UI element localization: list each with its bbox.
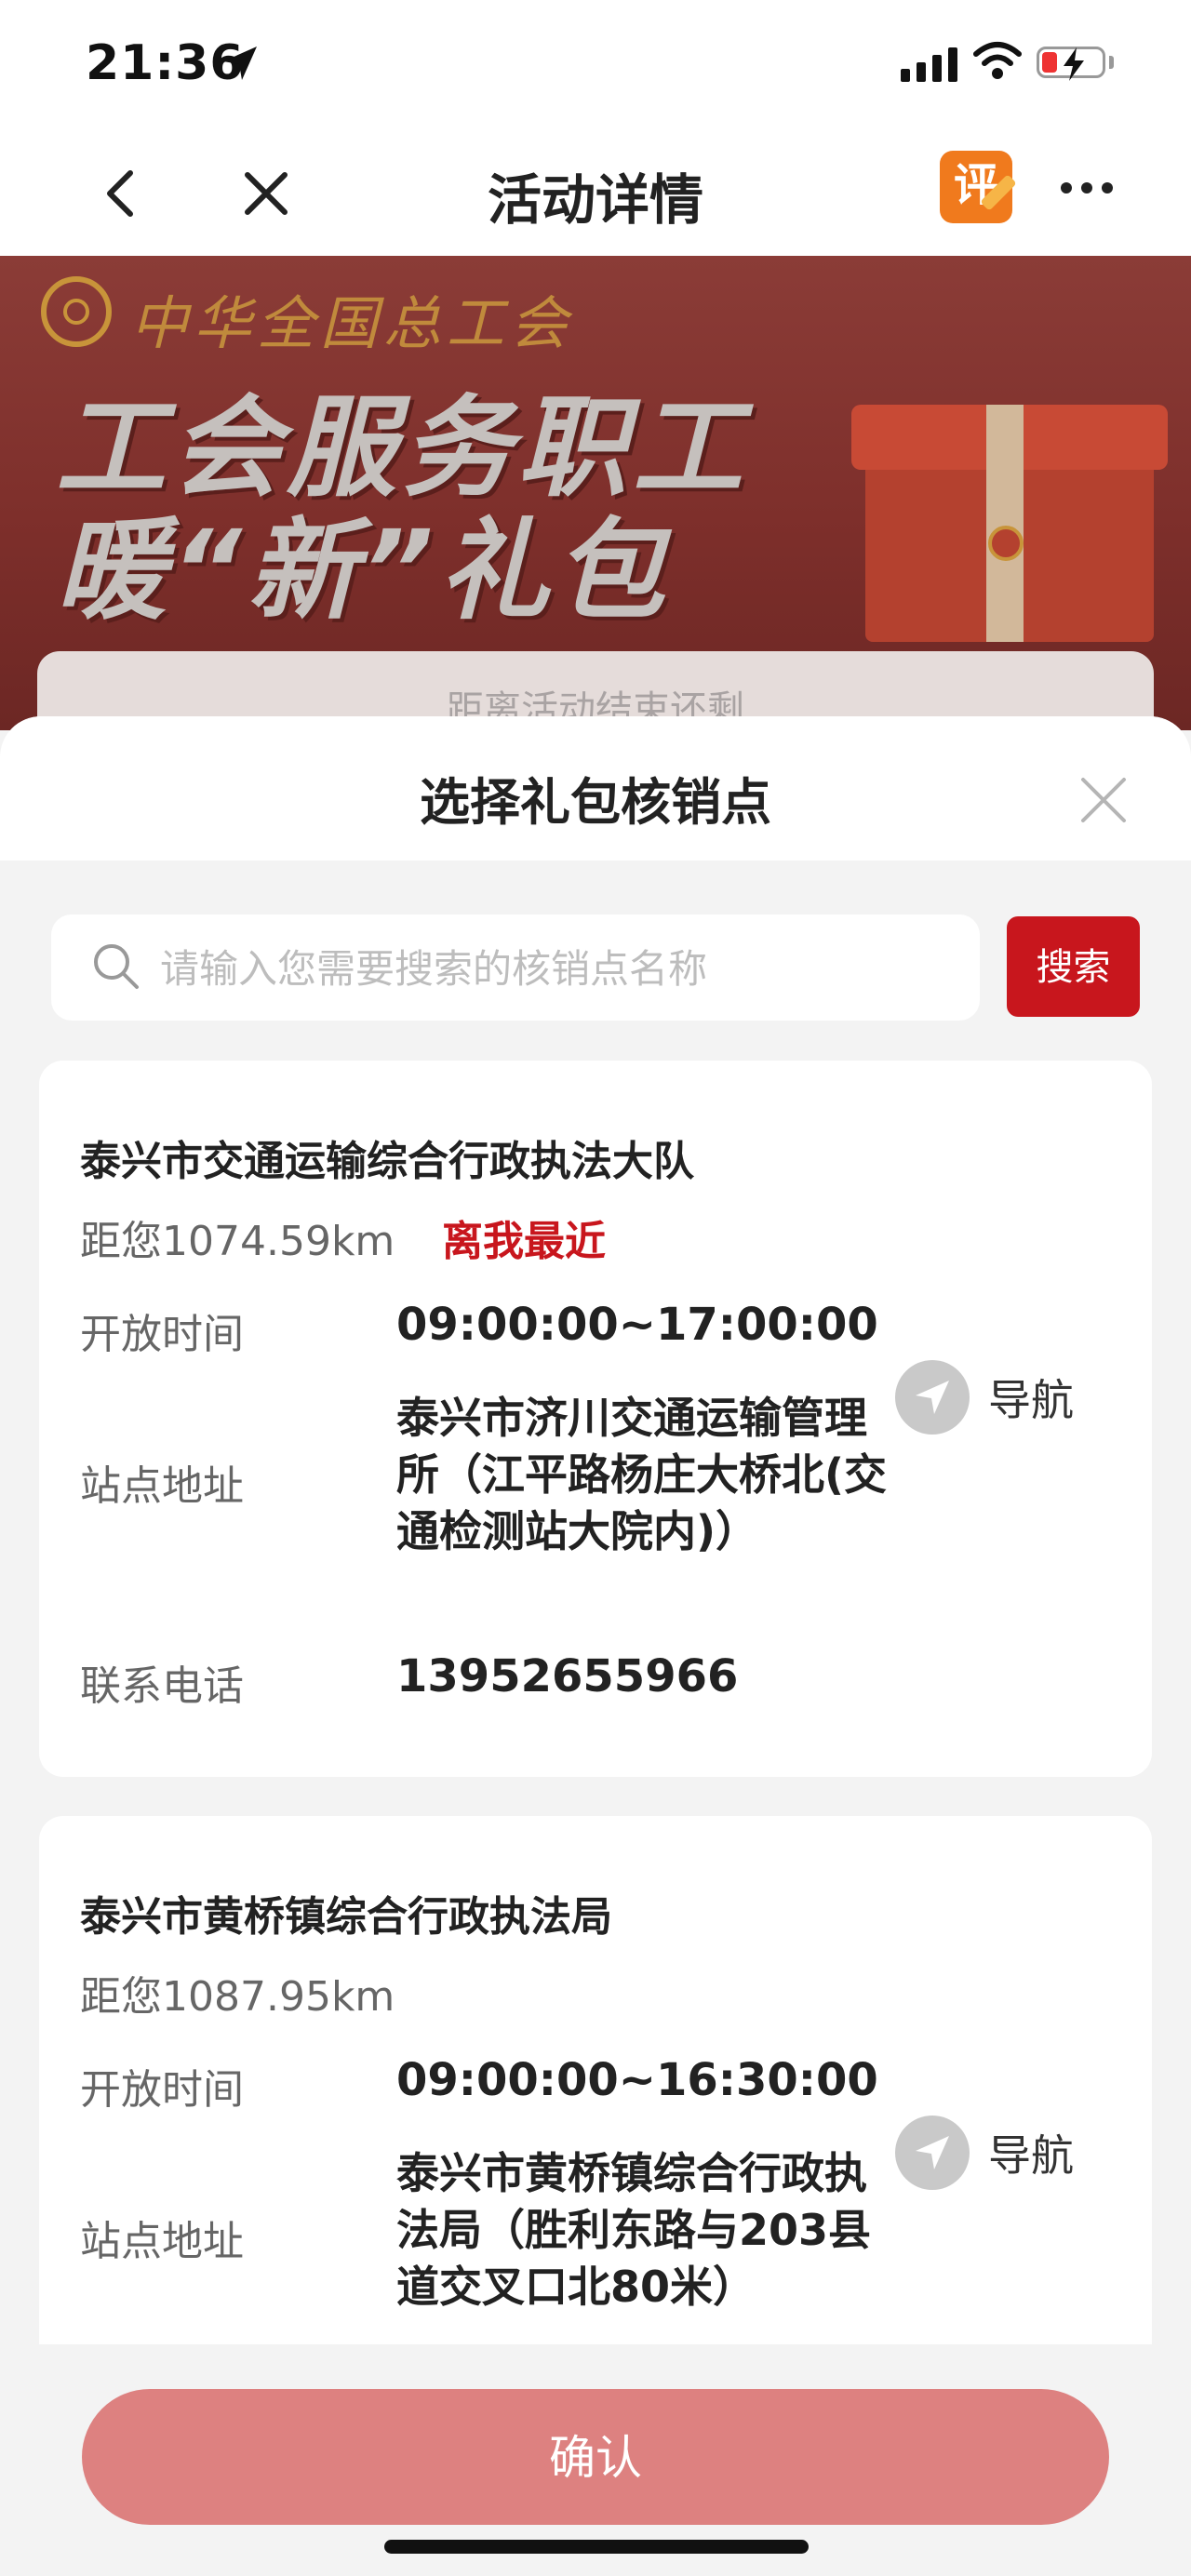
sheet-close-icon[interactable]: [1077, 774, 1130, 826]
nav-bar: 活动详情 评: [0, 130, 1191, 256]
banner-headline-line2: 暖“新”礼包: [56, 506, 670, 634]
search-icon: [94, 944, 139, 989]
activity-banner: 中华全国总工会 工会服务职工 暖“新”礼包 距离活动结束还剩: [0, 256, 1191, 730]
phone-value[interactable]: 13952655966: [396, 1650, 738, 1702]
navigate-icon: [895, 1360, 970, 1435]
navigate-label: 导航: [988, 2130, 1074, 2181]
address-value: 泰兴市黄桥镇综合行政执法局（胜利东路与203县道交叉口北80米）: [396, 2148, 872, 2312]
sheet-title: 选择礼包核销点: [420, 773, 771, 832]
home-indicator: [384, 2540, 809, 2554]
banner-headline: 工会服务职工 暖“新”礼包: [56, 386, 748, 632]
gift-box-seal-icon: [988, 526, 1024, 561]
address-label: 站点地址: [80, 2218, 244, 2265]
banner-org-name: 中华全国总工会: [130, 289, 574, 357]
open-hours-value: 09:00:00~16:30:00: [396, 2054, 878, 2106]
banner-headline-line1: 工会服务职工: [56, 383, 749, 512]
navigate-button[interactable]: 导航: [895, 1360, 1074, 1435]
search-input[interactable]: [158, 935, 962, 1002]
open-hours-label: 开放时间: [80, 2066, 244, 2114]
point-name: 泰兴市交通运输综合行政执法大队: [80, 1138, 694, 1185]
open-hours-value: 09:00:00~17:00:00: [396, 1299, 878, 1351]
point-card[interactable]: 泰兴市交通运输综合行政执法大队 距您1074.59km 离我最近 开放时间 09…: [39, 1061, 1152, 1777]
status-bar: 21:36: [0, 0, 1191, 130]
address-label: 站点地址: [80, 1462, 244, 1510]
search-box: [51, 914, 980, 1021]
point-distance: 距您1074.59km: [80, 1218, 395, 1265]
phone-label: 联系电话: [80, 1662, 244, 1710]
navigate-label: 导航: [988, 1375, 1074, 1425]
search-button[interactable]: 搜索: [1007, 916, 1140, 1017]
point-name: 泰兴市黄桥镇综合行政执法局: [80, 1893, 612, 1941]
battery-icon: [1037, 47, 1105, 81]
select-point-sheet: 选择礼包核销点 搜索 泰兴市交通运输综合行政执法大队 距您1074.59km 离…: [0, 716, 1191, 2576]
address-value: 泰兴市济川交通运输管理所（江平路杨庄大桥北(交通检测站大院内)）: [396, 1393, 888, 1556]
gift-box-ribbon: [986, 405, 1024, 642]
confirm-button[interactable]: 确认: [82, 2389, 1109, 2525]
navigate-icon: [895, 2116, 970, 2190]
nearest-tag: 离我最近: [442, 1218, 606, 1265]
wifi-icon: [973, 42, 1022, 79]
battery-tip: [1109, 56, 1114, 69]
navigate-button[interactable]: 导航: [895, 2116, 1074, 2190]
location-arrow-icon: [223, 47, 257, 80]
sheet-header: 选择礼包核销点: [0, 716, 1191, 861]
cellular-signal-icon: [901, 45, 957, 82]
union-logo-icon: [41, 276, 112, 347]
page-title: 活动详情: [487, 168, 703, 232]
point-distance: 距您1087.95km: [80, 1973, 395, 2021]
more-options-icon[interactable]: [1061, 182, 1113, 194]
open-hours-label: 开放时间: [80, 1311, 244, 1358]
